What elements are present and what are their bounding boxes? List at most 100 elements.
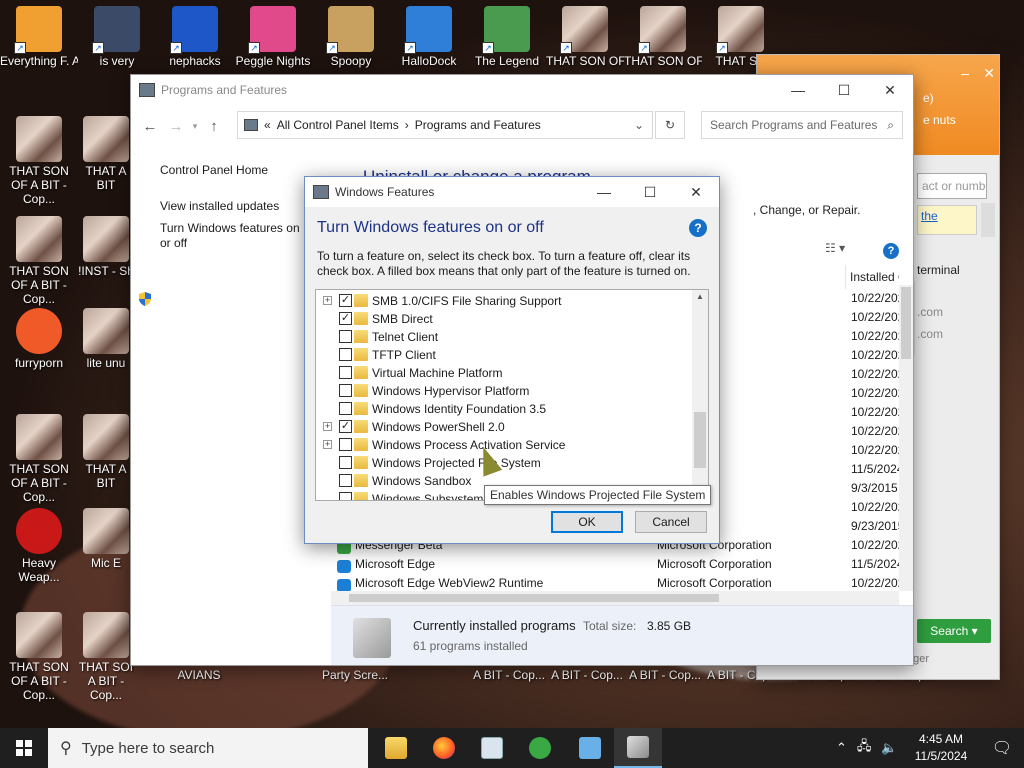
desktop-icon[interactable]: furryporn (0, 304, 78, 370)
desktop-icon[interactable]: THAT SON OF A BIT - Cop... (0, 608, 78, 702)
desktop-icon[interactable]: ↗Everything F. A BIT - Cop... (0, 2, 78, 68)
breadcrumb-overflow[interactable]: « (264, 118, 271, 132)
title-bar[interactable]: Programs and Features — ☐ ✕ (131, 75, 913, 105)
feature-item[interactable]: Windows Projected File System (316, 454, 692, 472)
view-installed-updates-link[interactable]: View installed updates (160, 199, 279, 213)
feature-checkbox[interactable] (339, 366, 352, 379)
expand-icon[interactable]: + (323, 422, 332, 431)
desktop-icon[interactable]: lite unu (78, 304, 134, 370)
feature-item[interactable]: + ✓ SMB 1.0/CIFS File Sharing Support (316, 292, 692, 310)
column-header-installed-on[interactable]: Installed On (845, 265, 899, 289)
expand-icon[interactable]: + (323, 440, 332, 449)
feature-checkbox[interactable]: ✓ (339, 312, 352, 325)
file-explorer-taskbar-button[interactable] (372, 728, 420, 768)
control-panel-taskbar-button[interactable] (566, 728, 614, 768)
scrollbar-thumb[interactable] (349, 594, 719, 602)
feature-checkbox[interactable] (339, 402, 352, 415)
desktop-icon[interactable]: THAT SON OF A BIT - Cop... (0, 212, 78, 306)
up-button[interactable]: ↑ (201, 118, 227, 135)
feature-item[interactable]: + ✓ Windows PowerShell 2.0 (316, 418, 692, 436)
desktop-icon-label[interactable]: Party Scre... (316, 668, 394, 682)
desktop-icon[interactable]: ↗ HalloDock (390, 2, 468, 68)
search-button[interactable]: Search ▾ (917, 619, 991, 643)
feature-item[interactable]: Virtual Machine Platform (316, 364, 692, 382)
scrollbar-thumb[interactable] (901, 287, 911, 359)
feature-item[interactable]: Telnet Client (316, 328, 692, 346)
desktop-icon[interactable]: ↗ Spoopy (312, 2, 390, 68)
desktop-icon[interactable]: ↗ Peggle Nights (234, 2, 312, 68)
search-input[interactable]: Search Programs and Features ⌕ (701, 111, 903, 139)
desktop-icon-label[interactable]: A BIT - Cop... (548, 668, 626, 682)
minimize-button[interactable]: — (775, 75, 821, 105)
taskbar-search-input[interactable]: ⚲ Type here to search (48, 728, 368, 768)
forward-button[interactable]: → (163, 118, 189, 135)
desktop-icon-label[interactable]: A BIT - Cop... (470, 668, 548, 682)
desktop-icon[interactable]: ↗ The Legend (468, 2, 546, 68)
desktop-icon[interactable]: !INST - Sh (78, 212, 134, 278)
scrollbar-thumb[interactable] (694, 412, 706, 468)
messenger-taskbar-button[interactable] (516, 728, 564, 768)
feature-checkbox[interactable] (339, 348, 352, 361)
turn-windows-features-link[interactable]: Turn Windows features on or off (160, 221, 306, 251)
breadcrumb-root[interactable]: All Control Panel Items (277, 118, 399, 132)
chevron-up-icon[interactable]: ⌃ (836, 740, 847, 756)
feature-checkbox[interactable] (339, 474, 352, 487)
notifications-icon[interactable]: 🗨 (980, 728, 1024, 768)
feature-checkbox[interactable]: ✓ (339, 294, 352, 307)
feature-item[interactable]: ✓ SMB Direct (316, 310, 692, 328)
feature-checkbox[interactable] (339, 456, 352, 469)
view-options-button[interactable]: ☷ ▾ (825, 241, 845, 255)
breadcrumb[interactable]: « All Control Panel Items › Programs and… (237, 111, 653, 139)
feature-checkbox[interactable] (339, 438, 352, 451)
desktop-icon[interactable]: ↗ THAT SON OF (546, 2, 624, 68)
tree-scrollbar[interactable]: ▲ ▼ (692, 290, 708, 500)
minimize-icon[interactable]: – (961, 65, 969, 81)
help-icon[interactable]: ? (689, 219, 707, 237)
control-panel-home-link[interactable]: Control Panel Home (160, 163, 268, 177)
desktop-icon[interactable]: THAT SOI A BIT - Cop... (78, 608, 134, 702)
maximize-button[interactable]: ☐ (627, 177, 673, 207)
maximize-button[interactable]: ☐ (821, 75, 867, 105)
desktop-icon[interactable]: THAT SON OF A BIT - Cop... (0, 410, 78, 504)
feature-checkbox[interactable] (339, 384, 352, 397)
desktop-icon[interactable]: THAT A BIT (78, 112, 134, 192)
desktop-icon[interactable]: ↗ nephacks (156, 2, 234, 68)
tracking-number-input[interactable]: act or numbe (917, 173, 987, 199)
features-tree[interactable]: + ✓ SMB 1.0/CIFS File Sharing Support ✓ SMB … (315, 289, 709, 501)
dialog-title-bar[interactable]: Windows Features — ☐ ✕ (305, 177, 719, 207)
cancel-button[interactable]: Cancel (635, 511, 707, 533)
table-row[interactable]: Microsoft Edge Microsoft Corporation 11/5/… (337, 557, 903, 576)
recent-locations-icon[interactable]: ▾ (189, 121, 201, 132)
close-button[interactable]: ✕ (673, 177, 719, 207)
breadcrumb-current[interactable]: Programs and Features (415, 118, 541, 132)
feature-checkbox[interactable]: ✓ (339, 420, 352, 433)
scrollbar[interactable] (981, 203, 995, 237)
feature-item[interactable]: Windows Identity Foundation 3.5 (316, 400, 692, 418)
minimize-button[interactable]: — (581, 177, 627, 207)
feature-item[interactable]: + Windows Process Activation Service (316, 436, 692, 454)
info-link[interactable]: the (917, 205, 977, 235)
desktop-icon[interactable]: ↗ THAT SON OF (624, 2, 702, 68)
ok-button[interactable]: OK (551, 511, 623, 533)
programs-features-taskbar-button[interactable] (614, 728, 662, 768)
firefox-taskbar-button[interactable] (420, 728, 468, 768)
desktop-icon[interactable]: THAT SON OF A BIT - Cop... (0, 112, 78, 206)
horizontal-scrollbar[interactable] (331, 591, 899, 605)
back-button[interactable]: ← (137, 118, 163, 135)
chevron-down-icon[interactable]: ⌄ (634, 118, 644, 132)
close-button[interactable]: ✕ (867, 75, 913, 105)
desktop-icon[interactable]: Mic E (78, 504, 134, 570)
network-icon[interactable]: 🖧 (857, 737, 872, 759)
help-icon[interactable]: ? (883, 243, 899, 259)
feature-item[interactable]: Windows Hypervisor Platform (316, 382, 692, 400)
feature-checkbox[interactable] (339, 492, 352, 500)
desktop-icon-label[interactable]: A BIT - Cop... (626, 668, 704, 682)
desktop-icon-label[interactable]: AVIANS (160, 668, 238, 682)
refresh-button[interactable]: ↻ (655, 111, 685, 139)
feature-item[interactable]: TFTP Client (316, 346, 692, 364)
clock[interactable]: 4:45 AM 11/5/2024 (906, 731, 976, 765)
expand-icon[interactable]: + (323, 296, 332, 305)
volume-icon[interactable]: 🔈 (881, 740, 897, 756)
desktop-icon[interactable]: Heavy Weap... (0, 504, 78, 584)
scroll-up-icon[interactable]: ▲ (696, 292, 704, 301)
